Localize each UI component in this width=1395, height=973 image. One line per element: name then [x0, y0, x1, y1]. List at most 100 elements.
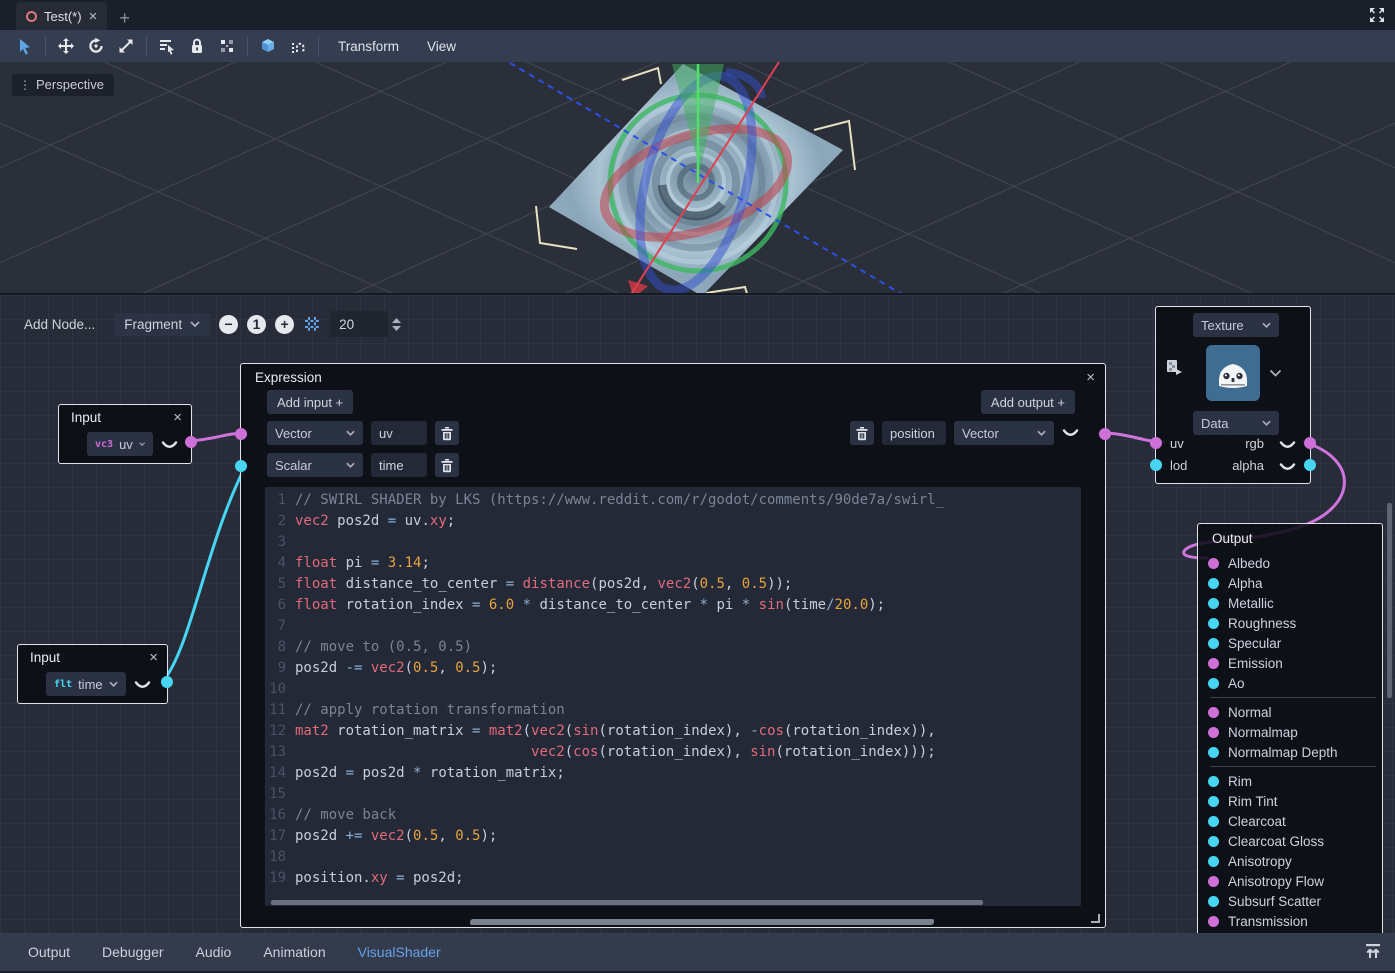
shader-stage-dropdown[interactable]: Fragment: [114, 313, 210, 336]
snap-step-value[interactable]: 20: [330, 311, 388, 337]
input-port-anisotropy[interactable]: [1208, 856, 1219, 867]
texture-source-dropdown[interactable]: Texture: [1193, 313, 1279, 337]
input-port-albedo[interactable]: [1208, 558, 1219, 569]
node-header[interactable]: Expression ×: [241, 364, 1105, 385]
snap-mode-icon[interactable]: [283, 33, 313, 59]
input-source-dropdown[interactable]: flt time: [46, 672, 126, 696]
shader-graph[interactable]: Add Node... Fragment − 1 + 20: [0, 295, 1395, 933]
input-time-node[interactable]: Input × flt time: [17, 644, 168, 704]
trash-icon[interactable]: [435, 421, 459, 445]
preview-toggle-icon[interactable]: [1062, 429, 1079, 438]
input-port-metallic[interactable]: [1208, 598, 1219, 609]
port-type-dropdown[interactable]: Vector: [954, 421, 1054, 445]
input-port-lod[interactable]: [1150, 459, 1162, 471]
input-port-clearcoat[interactable]: [1208, 816, 1219, 827]
trash-icon[interactable]: [435, 453, 459, 477]
spin-up-icon[interactable]: [392, 318, 401, 323]
trash-icon[interactable]: [850, 421, 874, 445]
node-header[interactable]: Input ×: [59, 405, 191, 425]
group-icon[interactable]: [212, 33, 242, 59]
graph-hscrollbar[interactable]: [470, 920, 933, 925]
node-resize-handle[interactable]: [1091, 914, 1100, 923]
output-port-uv[interactable]: [185, 436, 197, 448]
bottom-tab-output[interactable]: Output: [16, 939, 82, 965]
zoom-in-button[interactable]: +: [275, 315, 294, 334]
preview-toggle-icon[interactable]: [1279, 441, 1296, 450]
code-hscrollbar[interactable]: [271, 900, 983, 905]
output-port-rgb[interactable]: [1304, 437, 1316, 449]
node-header[interactable]: Output: [1198, 524, 1382, 548]
bottom-tab-animation[interactable]: Animation: [251, 939, 337, 965]
zoom-out-button[interactable]: −: [219, 315, 238, 334]
input-port-anisotropy-flow[interactable]: [1208, 876, 1219, 887]
input-port-emission[interactable]: [1208, 658, 1219, 669]
texture-node[interactable]: Texture Data: [1155, 306, 1311, 484]
select-tool-button[interactable]: [10, 33, 40, 59]
input-uv-node[interactable]: Input × vc3 uv: [58, 404, 192, 464]
rotate-tool-button[interactable]: [81, 33, 111, 59]
add-output-button[interactable]: Add output +: [981, 390, 1075, 414]
transform-menu[interactable]: Transform: [324, 33, 413, 59]
chevron-down-icon[interactable]: [1269, 369, 1282, 377]
bottom-tab-visualshader[interactable]: VisualShader: [346, 939, 453, 965]
new-tab-button[interactable]: +: [119, 11, 130, 25]
input-port-alpha[interactable]: [1208, 578, 1219, 589]
bottom-tab-audio[interactable]: Audio: [184, 939, 244, 965]
input-port-normal[interactable]: [1208, 707, 1219, 718]
perspective-menu[interactable]: ⋮ Perspective: [12, 74, 114, 96]
use-local-space-button[interactable]: [253, 33, 283, 59]
move-tool-button[interactable]: [51, 33, 81, 59]
graph-vscrollbar[interactable]: [1387, 503, 1392, 698]
add-node-button[interactable]: Add Node...: [14, 313, 105, 336]
input-port-transmission[interactable]: [1208, 916, 1219, 927]
scene-tab[interactable]: Test(*) ×: [16, 2, 107, 30]
input-port-normalmap[interactable]: [1208, 727, 1219, 738]
expand-bottom-panel-icon[interactable]: [1363, 942, 1383, 960]
input-port-rim[interactable]: [1208, 776, 1219, 787]
preview-toggle-icon[interactable]: [161, 441, 178, 450]
port-type-dropdown[interactable]: Vector: [267, 421, 363, 445]
view-menu[interactable]: View: [413, 33, 470, 59]
add-input-button[interactable]: Add input +: [267, 390, 353, 414]
viewport-3d[interactable]: ⋮ Perspective: [0, 62, 1395, 295]
input-port-uv[interactable]: [1150, 437, 1162, 449]
input-port-time[interactable]: [235, 460, 247, 472]
texture-preview-button[interactable]: [1206, 345, 1260, 401]
input-port-rim-tint[interactable]: [1208, 796, 1219, 807]
texture-edit-icon[interactable]: [1166, 359, 1182, 375]
snap-step-spinbox[interactable]: 20: [330, 311, 401, 337]
output-port-alpha[interactable]: [1304, 459, 1316, 471]
spin-down-icon[interactable]: [392, 326, 401, 331]
port-name-field[interactable]: position: [882, 421, 946, 445]
port-name-field[interactable]: time: [371, 453, 427, 477]
output-port-time[interactable]: [161, 676, 173, 688]
port-name-field[interactable]: uv: [371, 421, 427, 445]
input-port-subsurf-scatter[interactable]: [1208, 896, 1219, 907]
fullscreen-icon[interactable]: [1369, 7, 1385, 23]
tab-close-icon[interactable]: ×: [89, 9, 98, 24]
expression-code[interactable]: 1// SWIRL SHADER by LKS (https://www.red…: [265, 487, 1081, 906]
preview-toggle-icon[interactable]: [1279, 463, 1296, 472]
input-port-specular[interactable]: [1208, 638, 1219, 649]
zoom-reset-button[interactable]: 1: [247, 315, 266, 334]
bottom-tab-debugger[interactable]: Debugger: [90, 939, 176, 965]
lock-icon[interactable]: [182, 33, 212, 59]
input-port-normalmap-depth[interactable]: [1208, 747, 1219, 758]
close-icon[interactable]: ×: [1086, 370, 1095, 385]
close-icon[interactable]: ×: [149, 650, 158, 665]
output-node[interactable]: Output AlbedoAlphaMetallicRoughnessSpecu…: [1197, 523, 1383, 933]
close-icon[interactable]: ×: [173, 410, 182, 425]
node-header[interactable]: Input ×: [18, 645, 167, 665]
input-port-clearcoat-gloss[interactable]: [1208, 836, 1219, 847]
port-type-dropdown[interactable]: Scalar: [267, 453, 363, 477]
snap-toggle-icon[interactable]: [303, 315, 321, 333]
scale-tool-button[interactable]: [111, 33, 141, 59]
input-source-dropdown[interactable]: vc3 uv: [87, 432, 153, 456]
spin-arrows[interactable]: [392, 318, 401, 331]
input-port-roughness[interactable]: [1208, 618, 1219, 629]
preview-toggle-icon[interactable]: [134, 681, 151, 690]
list-select-button[interactable]: [152, 33, 182, 59]
input-port-ao[interactable]: [1208, 678, 1219, 689]
output-port-position[interactable]: [1099, 428, 1111, 440]
texture-type-dropdown[interactable]: Data: [1193, 411, 1279, 435]
